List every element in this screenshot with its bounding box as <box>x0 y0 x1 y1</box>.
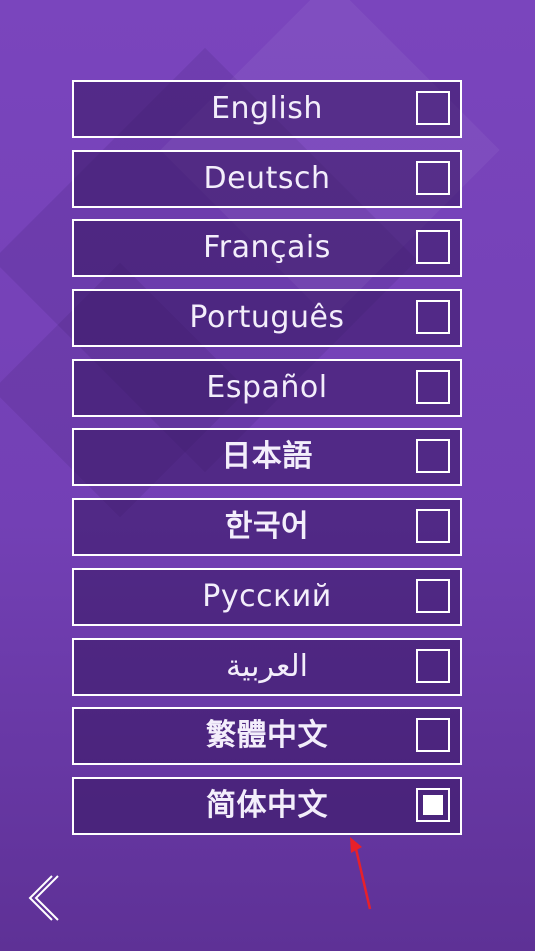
checkbox-icon[interactable] <box>416 439 450 474</box>
language-label: Deutsch <box>203 160 331 196</box>
checkbox-icon[interactable] <box>416 648 450 683</box>
language-label: 한국어 <box>224 509 310 545</box>
language-label: العربية <box>226 648 308 684</box>
language-option-english[interactable]: English <box>72 80 462 138</box>
language-option-korean[interactable]: 한국어 <box>72 498 462 557</box>
language-label: English <box>211 91 323 126</box>
language-label: Español <box>206 369 328 405</box>
chevron-left-icon <box>28 875 59 921</box>
back-button[interactable] <box>22 872 62 924</box>
checkbox-icon[interactable] <box>416 300 450 335</box>
checkbox-icon[interactable] <box>416 787 450 822</box>
checkbox-icon[interactable] <box>416 230 450 265</box>
checkbox-icon[interactable] <box>416 369 450 404</box>
language-option-simplified-chinese[interactable]: 简体中文 <box>72 776 462 835</box>
checkbox-icon[interactable] <box>416 718 450 753</box>
language-option-traditional-chinese[interactable]: 繁體中文 <box>72 707 462 766</box>
checkbox-icon[interactable] <box>416 509 450 544</box>
language-option-japanese[interactable]: 日本語 <box>72 428 462 487</box>
language-option-arabic[interactable]: العربية <box>72 637 462 696</box>
language-label: 日本語 <box>221 439 313 475</box>
language-label: Русский <box>202 578 332 614</box>
language-option-espanol[interactable]: Español <box>72 358 462 417</box>
language-option-deutsch[interactable]: Deutsch <box>72 149 462 208</box>
checkbox-icon[interactable] <box>416 578 450 613</box>
language-option-portugues[interactable]: Português <box>72 289 462 348</box>
language-option-francais[interactable]: Français <box>72 219 462 278</box>
checkbox-icon[interactable] <box>416 91 450 125</box>
checkbox-icon[interactable] <box>416 160 450 195</box>
language-option-russian[interactable]: Русский <box>72 567 462 626</box>
language-label: Português <box>189 300 345 336</box>
language-list: English Deutsch Français Português Españ… <box>72 80 462 847</box>
red-arrow-icon <box>350 837 372 910</box>
language-label: 简体中文 <box>206 787 328 823</box>
language-label: Français <box>203 230 331 266</box>
language-label: 繁體中文 <box>206 718 328 754</box>
